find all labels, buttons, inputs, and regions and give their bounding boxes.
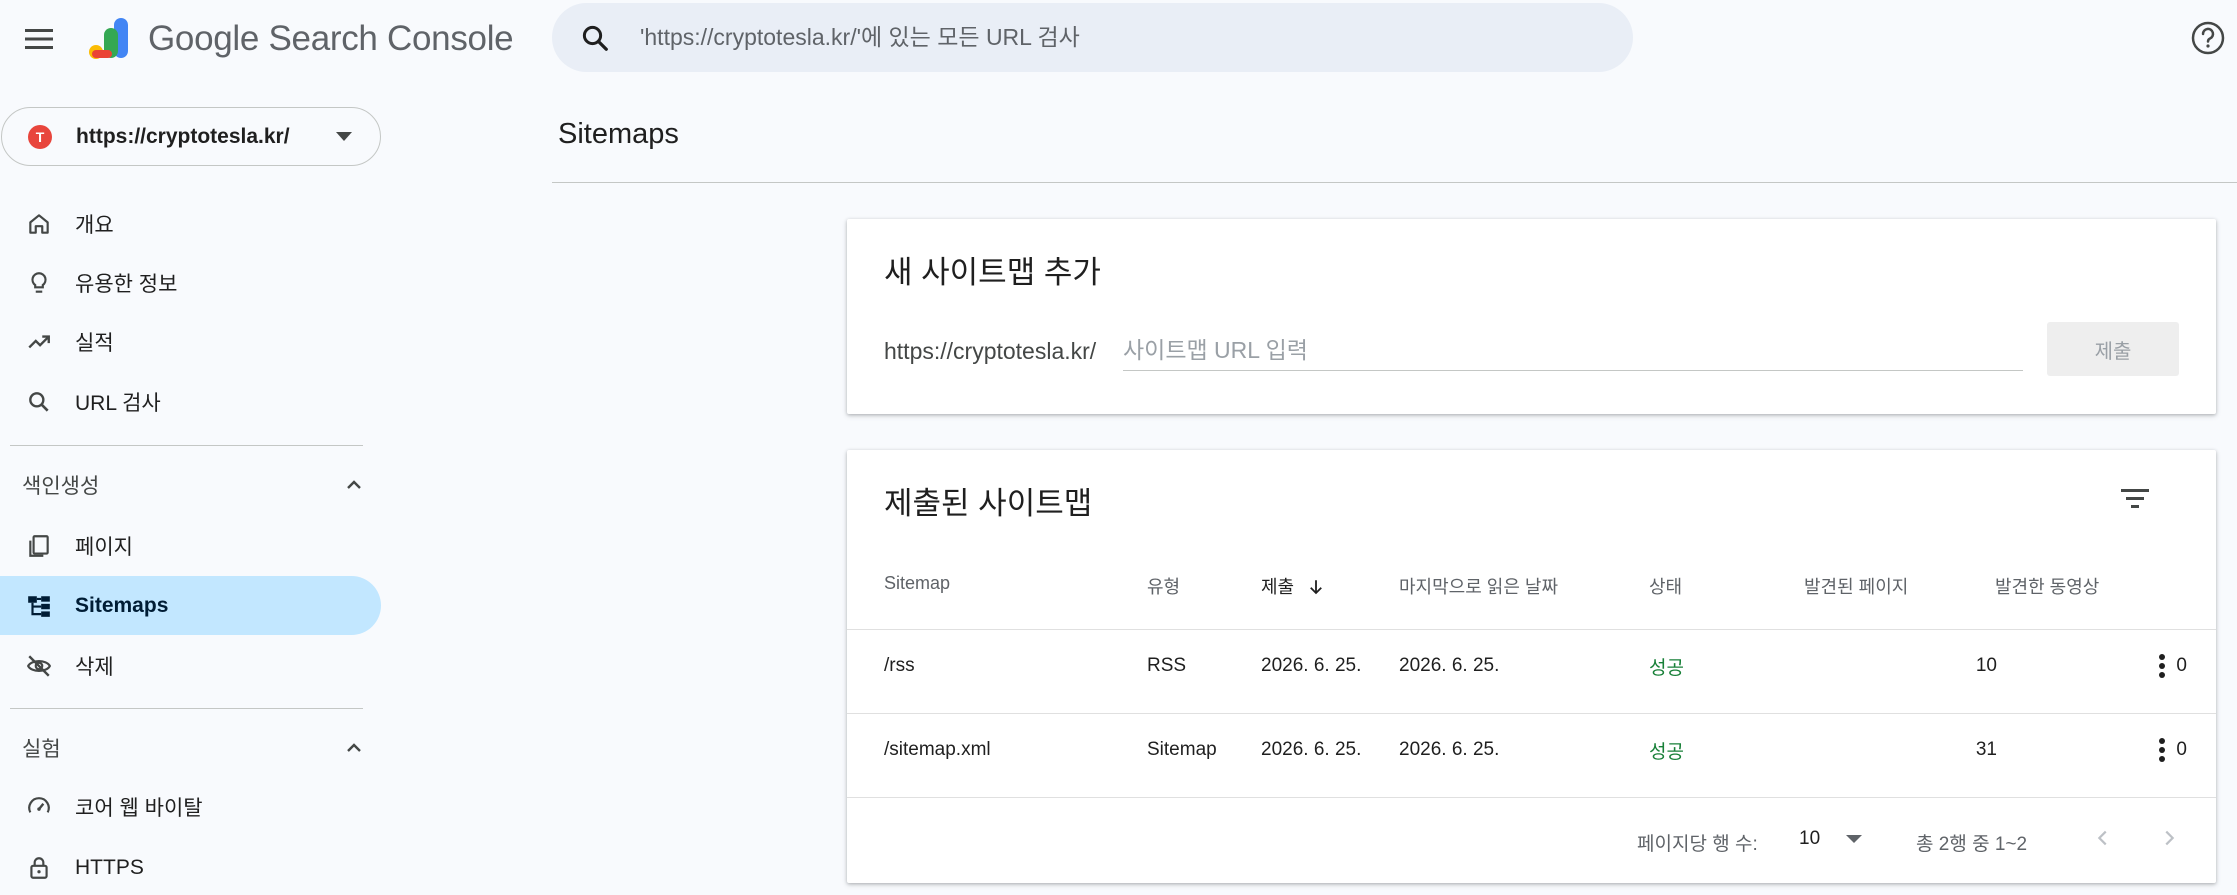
cell-sitemap: /rss [884,655,915,676]
pagination-range: 총 2행 중 1~2 [1916,834,2028,855]
chevron-up-icon [342,736,366,760]
pages-icon [24,531,54,561]
column-header-status[interactable]: 상태 [1649,573,1682,599]
property-favicon-icon: T [28,124,52,149]
visibility-off-icon [24,651,54,681]
sidebar-item-url-inspection[interactable]: URL 검사 [0,372,381,431]
filter-icon[interactable] [2115,478,2155,518]
sidebar-item-label: 코어 웹 바이탈 [75,796,203,820]
logo-google-text: Google [148,19,260,58]
chevron-left-icon[interactable] [2085,820,2121,856]
app-logo[interactable]: Google Search Console [86,14,514,64]
column-header-last-read[interactable]: 마지막으로 읽은 날짜 [1399,573,1558,599]
sidebar-item-insights[interactable]: 유용한 정보 [0,253,381,312]
sidebar-item-label: Sitemaps [75,593,169,617]
row-divider [847,797,2216,798]
speed-icon [24,792,54,822]
cell-sitemap: /sitemap.xml [884,739,991,760]
sidebar-item-label: HTTPS [75,855,144,879]
top-bar: Google Search Console [0,0,2237,80]
sitemap-url-input[interactable] [1123,331,2023,371]
sitemap-icon [24,591,54,621]
section-header-label: 실험 [22,738,61,761]
title-divider [552,182,2237,183]
rows-per-page-value: 10 [1799,828,1821,849]
arrow-down-icon [1310,580,1323,595]
search-icon [24,387,54,417]
add-sitemap-card: 새 사이트맵 추가 https://cryptotesla.kr/ 제출 [847,219,2216,414]
add-sitemap-title: 새 사이트맵 추가 [884,255,1101,290]
menu-icon[interactable] [18,18,60,60]
sidebar-item-label: 페이지 [75,535,133,559]
cell-type: Sitemap [1147,739,1217,760]
column-header-sitemap[interactable]: Sitemap [884,573,950,594]
caret-down-icon [336,132,352,141]
submitted-sitemaps-card: 제출된 사이트맵 Sitemap 유형 제출 마지막으로 읽은 날짜 상태 발견… [847,450,2216,883]
column-header-discovered-videos[interactable]: 발견한 동영상 [1995,573,2099,599]
column-header-type[interactable]: 유형 [1147,573,1180,599]
property-selector[interactable]: T https://cryptotesla.kr/ [1,107,381,166]
submit-button[interactable]: 제출 [2047,322,2179,376]
rows-per-page-select[interactable]: 10 [1799,822,1879,856]
search-console-logo-icon [89,18,128,59]
sidebar-item-label: 실적 [75,331,114,355]
rows-per-page-label: 페이지당 행 수: [1637,834,1758,855]
cell-status: 성공 [1649,658,1684,679]
cell-pages: 31 [1975,739,1997,760]
sitemap-url-prefix: https://cryptotesla.kr/ [884,338,1097,364]
search-icon [578,21,612,55]
section-header-label: 색인생성 [22,475,100,498]
lightbulb-icon [24,268,54,298]
sidebar-item-label: 삭제 [75,655,114,679]
column-header-discovered-pages[interactable]: 발견된 페이지 [1804,573,1908,599]
logo-product-text: Search Console [268,19,514,58]
cell-pages: 10 [1975,655,1997,676]
section-header-indexing[interactable]: 색인생성 [0,460,381,510]
sidebar-divider [10,445,363,446]
chevron-right-icon[interactable] [2151,820,2187,856]
cell-type: RSS [1147,655,1187,676]
page-title: Sitemaps [558,118,679,150]
property-label: https://cryptotesla.kr/ [76,124,290,148]
more-vert-icon[interactable] [2147,648,2177,684]
cell-submitted: 2026. 6. 25. [1261,739,1362,760]
chevron-up-icon [342,473,366,497]
column-header-label: 제출 [1261,577,1295,597]
sidebar-item-pages[interactable]: 페이지 [0,516,381,575]
sidebar-item-label: 개요 [75,213,114,237]
cell-status: 성공 [1649,742,1684,763]
sidebar-item-core-web-vitals[interactable]: 코어 웹 바이탈 [0,777,381,836]
lock-icon [24,853,54,883]
trending-up-icon [24,327,54,357]
cell-last-read: 2026. 6. 25. [1399,655,1500,676]
sidebar-divider [10,708,363,709]
column-header-submitted[interactable]: 제출 [1261,573,1325,599]
home-icon [24,209,54,239]
cell-submitted: 2026. 6. 25. [1261,655,1362,676]
row-divider [847,629,2216,630]
search-input[interactable] [640,24,1540,51]
sidebar-item-overview[interactable]: 개요 [0,194,381,253]
sidebar-item-https[interactable]: HTTPS [0,838,381,895]
sidebar-item-removals[interactable]: 삭제 [0,636,381,695]
help-icon[interactable] [2190,20,2226,56]
url-inspect-search[interactable] [552,3,1633,72]
caret-down-icon [1846,835,1863,843]
section-header-experience[interactable]: 실험 [0,723,381,773]
sidebar-item-label: URL 검사 [75,391,161,415]
cell-last-read: 2026. 6. 25. [1399,739,1500,760]
sidebar-item-sitemaps[interactable]: Sitemaps [0,576,381,635]
submitted-sitemaps-title: 제출된 사이트맵 [884,486,1093,521]
more-vert-icon[interactable] [2147,732,2177,768]
sidebar-item-performance[interactable]: 실적 [0,312,381,371]
row-divider [847,713,2216,714]
sidebar-item-label: 유용한 정보 [75,272,178,296]
